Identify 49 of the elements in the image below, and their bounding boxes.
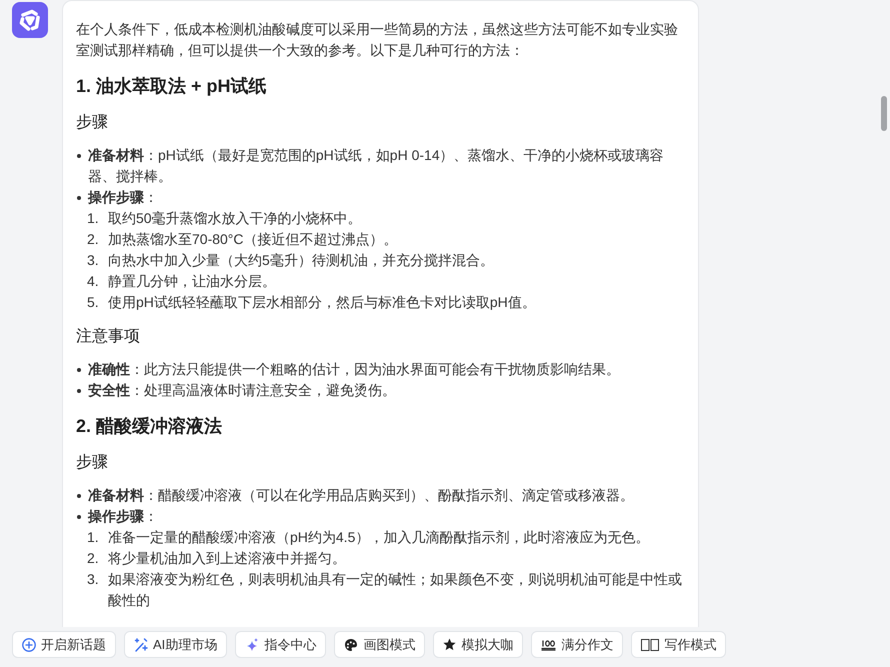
star-icon bbox=[443, 638, 456, 651]
bullet-icon bbox=[77, 196, 81, 200]
list-item-text: 加热蒸馏水至70-80°C（接近但不超过沸点）。 bbox=[108, 230, 399, 249]
missing-glyph-icon bbox=[641, 638, 660, 650]
subsection-heading: 步骤 bbox=[76, 112, 109, 133]
magic-wand-icon bbox=[134, 638, 148, 652]
list-number: 5. bbox=[87, 294, 99, 310]
subsection-heading: 步骤 bbox=[76, 452, 109, 473]
toolbar-button[interactable]: 开启新话题 bbox=[12, 631, 116, 658]
toolbar-button[interactable]: 指令中心 bbox=[235, 631, 326, 658]
list-number: 3. bbox=[87, 252, 99, 268]
list-item-text: 如果溶液变为粉红色，则表明机油具有一定的碱性；如果颜色不变，则说明机油可能是中性或酸性的 bbox=[108, 570, 683, 610]
list-item-text: 安全性：处理高温液体时请注意安全，避免烫伤。 bbox=[88, 381, 397, 400]
list-item-text: 操作步骤： bbox=[88, 188, 159, 207]
list-item-text: 准备材料：pH试纸（最好是宽范围的pH试纸，如pH 0-14）、蒸馏水、干净的小烧杯或玻璃容器、搅拌棒。 bbox=[88, 146, 665, 186]
bullet-icon bbox=[77, 154, 81, 158]
list-item-text: 向热水中加入少量（大约5毫升）待测机油，并充分搅拌混合。 bbox=[108, 251, 495, 270]
list-number: 2. bbox=[87, 231, 99, 247]
score-icon bbox=[541, 638, 556, 650]
list-item-text: 静置几分钟，让油水分层。 bbox=[108, 272, 277, 291]
list-item-text: 准备材料：醋酸缓冲溶液（可以在化学用品店购买到）、酚酞指示剂、滴定管或移液器。 bbox=[88, 486, 635, 505]
list-number: 1. bbox=[87, 210, 99, 226]
toolbar-button[interactable]: 模拟大咖 bbox=[433, 631, 524, 658]
list-item-text: 操作步骤： bbox=[88, 507, 159, 526]
list-number: 3. bbox=[87, 571, 99, 587]
bullet-icon bbox=[77, 368, 81, 372]
list-item-text: 使用pH试纸轻轻蘸取下层水相部分，然后与标准色卡对比读取pH值。 bbox=[108, 293, 537, 312]
palette-icon bbox=[344, 638, 358, 652]
bullet-icon bbox=[77, 515, 81, 519]
section-heading: 1. 油水萃取法 + pH试纸 bbox=[76, 75, 268, 98]
add-circle-icon bbox=[22, 638, 36, 652]
toolbar-button[interactable]: 满分作文 bbox=[531, 631, 624, 658]
list-number: 2. bbox=[87, 550, 99, 566]
section-heading: 2. 醋酸缓冲溶液法 bbox=[76, 415, 224, 438]
list-item-text: 准备一定量的醋酸缓冲溶液（pH约为4.5），加入几滴酚酞指示剂，此时溶液应为无色。 bbox=[108, 528, 650, 547]
bullet-icon bbox=[77, 494, 81, 498]
list-item-text: 取约50毫升蒸馏水放入干净的小烧杯中。 bbox=[108, 209, 363, 228]
toolbar-button[interactable]: AI助理市场 bbox=[124, 631, 228, 658]
toolbar-button[interactable]: 画图模式 bbox=[334, 631, 426, 658]
scrollbar-thumb[interactable] bbox=[881, 96, 887, 131]
list-item-text: 将少量机油加入到上述溶液中并摇匀。 bbox=[108, 549, 347, 568]
intro-paragraph: 在个人条件下，低成本检测机油酸碱度可以采用一些简易的方法，虽然这些方法可能不如专业实验室测试那样精确，但可以提供一个大致的参考。以下是几种可行的方法： bbox=[76, 20, 679, 60]
toolbar-button[interactable]: 写作模式 bbox=[631, 631, 726, 658]
subsection-heading: 注意事项 bbox=[76, 326, 141, 347]
list-number: 1. bbox=[87, 529, 99, 545]
bullet-icon bbox=[77, 389, 81, 393]
list-item-text: 准确性：此方法只能提供一个粗略的估计，因为油水界面可能会有干扰物质影响结果。 bbox=[88, 360, 621, 379]
list-number: 4. bbox=[87, 273, 99, 289]
sparkle-icon bbox=[245, 638, 260, 652]
